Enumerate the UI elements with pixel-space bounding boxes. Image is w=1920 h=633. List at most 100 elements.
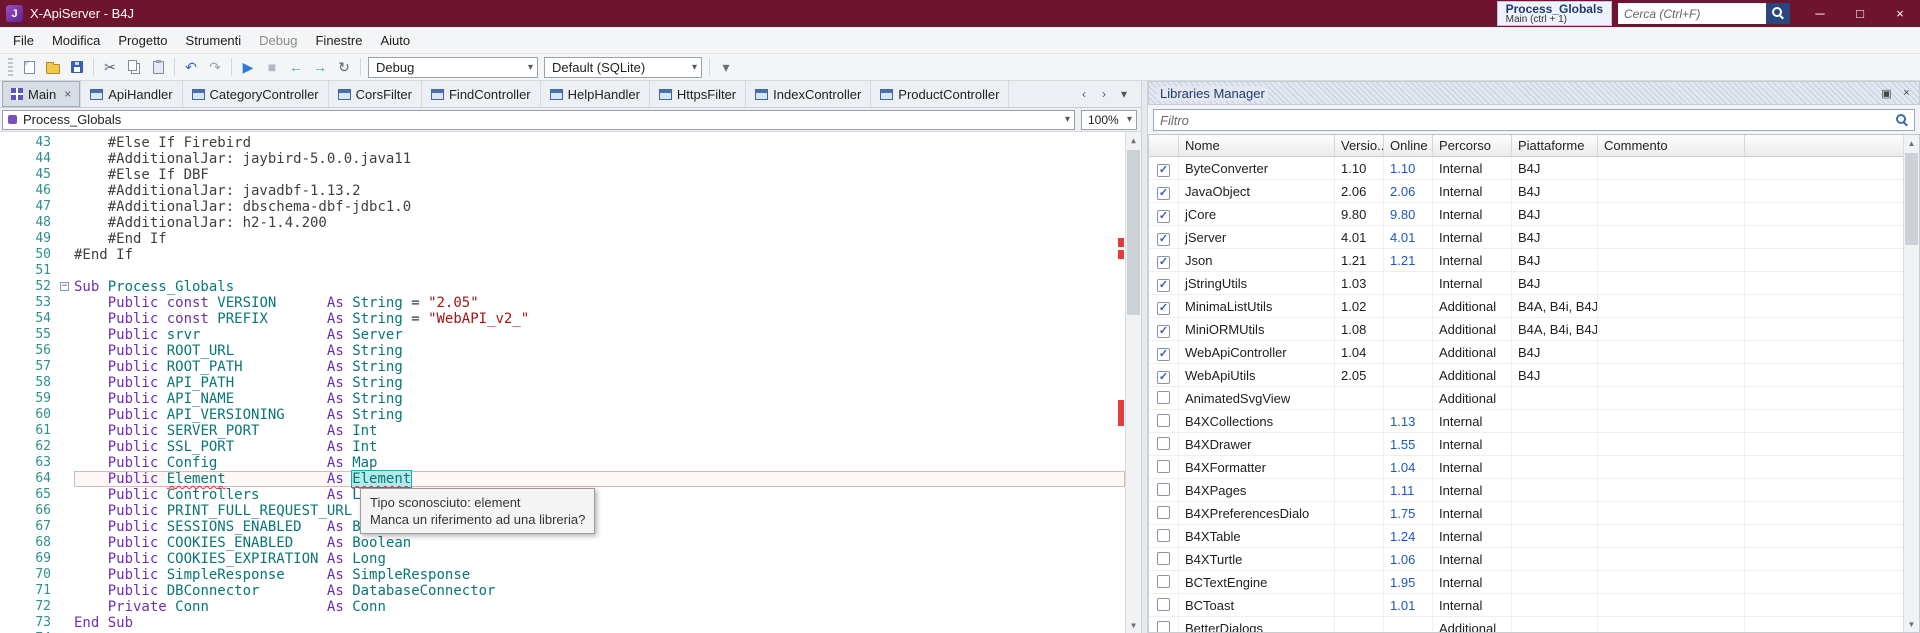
refresh-button[interactable]: ↻ xyxy=(332,56,356,78)
library-checkbox[interactable] xyxy=(1157,621,1170,632)
scroll-down-icon[interactable]: ▼ xyxy=(1904,616,1919,632)
library-checkbox[interactable] xyxy=(1157,506,1170,519)
library-row[interactable]: B4XFormatter 1.04 Internal xyxy=(1149,456,1903,479)
code-text[interactable]: #Else If DBF xyxy=(74,167,1125,183)
tab-helphandler[interactable]: HelpHandler xyxy=(541,81,650,107)
module-selector[interactable]: Process_Globals ▾ xyxy=(2,109,1075,130)
run-button[interactable]: ▶ xyxy=(236,56,260,78)
column-header-percorso[interactable]: Percorso xyxy=(1433,135,1512,156)
menu-item-progetto[interactable]: Progetto xyxy=(109,28,176,53)
library-row[interactable]: BCToast 1.01 Internal xyxy=(1149,594,1903,617)
error-strip-mark[interactable] xyxy=(1118,250,1124,259)
code-text[interactable]: #End If xyxy=(74,247,1125,263)
collapse-icon[interactable]: − xyxy=(60,282,69,291)
library-row[interactable]: ✓ jStringUtils 1.03 Internal B4J xyxy=(1149,272,1903,295)
library-checkbox[interactable] xyxy=(1157,575,1170,588)
toolbar-overflow-button[interactable]: ▾ xyxy=(714,56,738,78)
code-text[interactable]: #AdditionalJar: jaybird-5.0.0.java11 xyxy=(74,151,1125,167)
library-row[interactable]: ✓ ByteConverter 1.10 1.10 Internal B4J xyxy=(1149,157,1903,180)
code-text[interactable]: Public SERVER_PORT As Int xyxy=(74,423,1125,439)
online-version-link[interactable]: 1.04 xyxy=(1390,460,1415,475)
library-checkbox[interactable]: ✓ xyxy=(1157,348,1170,361)
menu-item-file[interactable]: File xyxy=(4,28,43,53)
tab-httpsfilter[interactable]: HttpsFilter xyxy=(650,81,747,107)
code-text[interactable]: Sub Process_Globals xyxy=(74,279,1125,295)
tab-corsfilter[interactable]: CorsFilter xyxy=(329,81,422,107)
code-text[interactable] xyxy=(74,263,1125,279)
online-version-link[interactable]: 1.95 xyxy=(1390,575,1415,590)
library-row[interactable]: BetterDialogs Additional xyxy=(1149,617,1903,632)
column-header-commento[interactable]: Commento xyxy=(1598,135,1745,156)
online-version-link[interactable]: 1.11 xyxy=(1390,483,1414,498)
code-text[interactable]: Public Config As Map xyxy=(74,455,1125,471)
cut-button[interactable]: ✂ xyxy=(98,56,122,78)
code-text[interactable]: Public const PREFIX As String = "WebAPI_… xyxy=(74,311,1125,327)
online-version-link[interactable]: 1.24 xyxy=(1390,529,1415,544)
online-version-link[interactable]: 1.75 xyxy=(1390,506,1415,521)
library-checkbox[interactable] xyxy=(1157,460,1170,473)
online-version-link[interactable]: 1.06 xyxy=(1390,552,1415,567)
zoom-selector[interactable]: 100% ▾ xyxy=(1081,109,1137,130)
library-checkbox[interactable]: ✓ xyxy=(1157,233,1170,246)
search-button[interactable] xyxy=(1766,3,1790,24)
stop-button[interactable]: ■ xyxy=(260,56,284,78)
online-version-link[interactable]: 1.21 xyxy=(1390,253,1415,268)
column-header-versio[interactable]: Versio... xyxy=(1335,135,1384,156)
copy-button[interactable] xyxy=(122,56,146,78)
library-row[interactable]: B4XTurtle 1.06 Internal xyxy=(1149,548,1903,571)
online-version-link[interactable]: 1.13 xyxy=(1390,414,1415,429)
debug-mode-select[interactable]: Debug ▾ xyxy=(368,56,538,78)
code-text[interactable]: Public COOKIES_ENABLED As Boolean xyxy=(74,535,1125,551)
tab-productcontroller[interactable]: ProductController xyxy=(871,81,1010,107)
panel-splitter[interactable] xyxy=(1141,81,1148,633)
tab-scroll-left-button[interactable]: ‹ xyxy=(1075,85,1093,103)
tab-main[interactable]: Main × xyxy=(2,81,82,107)
code-text[interactable]: Public ROOT_URL As String xyxy=(74,343,1125,359)
tab-scroll-right-button[interactable]: › xyxy=(1095,85,1113,103)
scrollbar-thumb[interactable] xyxy=(1905,153,1918,245)
code-text[interactable]: End Sub xyxy=(74,615,1125,631)
code-text[interactable]: Private Conn As Conn xyxy=(74,599,1125,615)
code-text[interactable]: Public API_PATH As String xyxy=(74,375,1125,391)
library-checkbox[interactable] xyxy=(1157,529,1170,542)
code-text[interactable]: Public PRINT_FULL_REQUEST_URL As Boolean xyxy=(74,503,1125,519)
tab-indexcontroller[interactable]: IndexController xyxy=(746,81,872,107)
online-version-link[interactable]: 2.06 xyxy=(1390,184,1415,199)
scroll-up-icon[interactable]: ▲ xyxy=(1904,135,1919,151)
column-header-piattaforme[interactable]: Piattaforme xyxy=(1512,135,1598,156)
minimize-button[interactable]: ─ xyxy=(1800,0,1840,27)
library-row[interactable]: ✓ WebApiUtils 2.05 Additional B4J xyxy=(1149,364,1903,387)
code-text[interactable]: Public SESSIONS_ENABLED As Boolean xyxy=(74,519,1125,535)
library-row[interactable]: BCTextEngine 1.95 Internal xyxy=(1149,571,1903,594)
menu-item-aiuto[interactable]: Aiuto xyxy=(371,28,419,53)
code-text[interactable]: Public Controllers As List xyxy=(74,487,1125,503)
library-row[interactable]: B4XPages 1.11 Internal xyxy=(1149,479,1903,502)
library-checkbox[interactable]: ✓ xyxy=(1157,325,1170,338)
library-row[interactable]: B4XCollections 1.13 Internal xyxy=(1149,410,1903,433)
library-checkbox[interactable] xyxy=(1157,414,1170,427)
close-icon[interactable]: × xyxy=(1898,85,1915,102)
library-row[interactable]: AnimatedSvgView Additional xyxy=(1149,387,1903,410)
library-checkbox[interactable] xyxy=(1157,391,1170,404)
library-checkbox[interactable] xyxy=(1157,552,1170,565)
library-row[interactable]: B4XPreferencesDialo 1.75 Internal xyxy=(1149,502,1903,525)
maximize-button[interactable]: □ xyxy=(1840,0,1880,27)
code-text[interactable]: Public ROOT_PATH As String xyxy=(74,359,1125,375)
online-version-link[interactable]: 4.01 xyxy=(1390,230,1415,245)
library-checkbox[interactable]: ✓ xyxy=(1157,187,1170,200)
library-row[interactable]: ✓ MinimaListUtils 1.02 Additional B4A, B4i, … xyxy=(1149,295,1903,318)
library-row[interactable]: B4XTable 1.24 Internal xyxy=(1149,525,1903,548)
library-checkbox[interactable]: ✓ xyxy=(1157,302,1170,315)
code-editor[interactable]: 43 #Else If Firebird 44 #AdditionalJar: j… xyxy=(0,132,1141,633)
code-text[interactable]: #AdditionalJar: h2-1.4.200 xyxy=(74,215,1125,231)
close-icon[interactable]: × xyxy=(64,87,71,101)
online-version-link[interactable]: 1.10 xyxy=(1390,161,1415,176)
scrollbar-thumb[interactable] xyxy=(1127,150,1140,315)
code-text[interactable]: Public COOKIES_EXPIRATION As Long xyxy=(74,551,1125,567)
code-text[interactable]: Public const VERSION As String = "2.05" xyxy=(74,295,1125,311)
save-button[interactable] xyxy=(65,56,89,78)
redo-button[interactable]: ↷ xyxy=(203,56,227,78)
code-text[interactable]: Public API_NAME As String xyxy=(74,391,1125,407)
library-checkbox[interactable]: ✓ xyxy=(1157,164,1170,177)
library-row[interactable]: B4XDrawer 1.55 Internal xyxy=(1149,433,1903,456)
